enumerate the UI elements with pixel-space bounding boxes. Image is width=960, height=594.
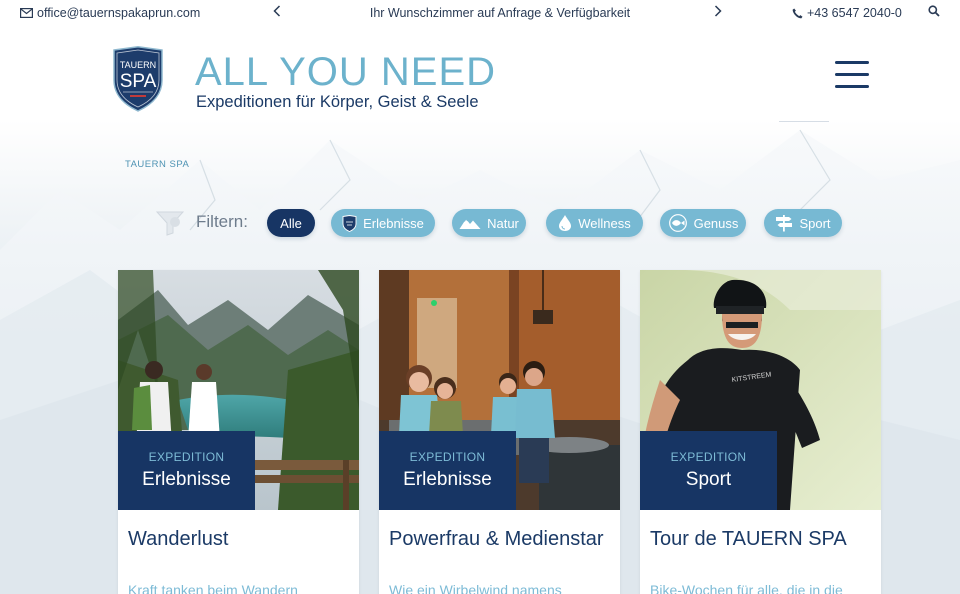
fish-icon [668,214,687,232]
signpost-icon [776,215,793,232]
chip-label: Alle [280,215,302,231]
filter-chip-natur[interactable]: Natur [452,209,526,237]
chip-label: Wellness [578,215,631,231]
card-title[interactable]: Powerfrau & Medienstar [389,527,614,551]
filter-label: Filtern: [196,212,248,231]
filter-chip-sport[interactable]: Sport [764,209,842,237]
filter-chip-wellness[interactable]: Wellness [546,209,643,237]
menu-icon[interactable] [835,61,869,89]
chip-label: Erlebnisse [363,215,424,231]
logo-text-tauern: TAUERN [120,60,156,70]
card-excerpt: Wie ein Wirbelwind namens [389,582,562,594]
tag-kicker: EXPEDITION [148,450,225,464]
mountain-icon [459,218,481,229]
chip-label: Sport [799,215,831,231]
card-excerpt: Bike-Wochen für alle, die in die [650,582,843,594]
chevron-right-icon[interactable] [714,4,722,20]
phone-link[interactable]: +43 6547 2040-0 [792,6,902,20]
expedition-card-wanderlust[interactable]: EXPEDITION Erlebnisse Wanderlust Kraft t… [118,270,359,594]
tag-category: Erlebnisse [403,469,492,490]
tag-category: Erlebnisse [142,469,231,490]
envelope-icon [20,8,33,18]
page-title: ALL YOU NEED [195,50,497,94]
logo-text-spa: SPA [120,71,157,92]
site-header: TAUERN SPA ALL YOU NEED Expeditionen für… [0,28,960,122]
filter-chip-genuss[interactable]: Genuss [660,209,746,237]
tag-category: Sport [685,469,732,490]
filter-chip-erlebnisse[interactable]: Erlebnisse [331,209,435,237]
expedition-tag: EXPEDITION Erlebnisse [118,431,255,510]
breadcrumb[interactable]: TAUERN SPA [125,159,189,170]
filter-chip-alle[interactable]: Alle [267,209,315,237]
search-icon[interactable] [928,5,940,20]
phone-icon [792,8,803,18]
phone-text: +43 6547 2040-0 [807,6,902,20]
promo-text[interactable]: Ihr Wunschzimmer auf Anfrage & Verfügbar… [360,6,640,20]
email-link[interactable]: office@tauernspakaprun.com [20,6,200,20]
tauern-spa-logo[interactable]: TAUERN SPA [111,46,165,112]
drop-icon [559,215,572,231]
top-bar: office@tauernspakaprun.com Ihr Wunschzim… [0,0,960,28]
tag-kicker: EXPEDITION [670,450,747,464]
funnel-icon [156,211,184,236]
shield-icon [342,214,357,232]
email-text: office@tauernspakaprun.com [37,6,201,20]
expedition-tag: EXPEDITION Erlebnisse [379,431,516,510]
chevron-left-icon[interactable] [273,4,281,20]
header-divider [779,121,829,122]
expedition-tag: EXPEDITION Sport [640,431,777,510]
card-title[interactable]: Wanderlust [128,527,353,551]
expedition-card-tour[interactable]: KITSTREEM EXPEDITION Sport Tour de TAUER… [640,270,881,594]
chip-label: Natur [487,215,519,231]
card-excerpt: Kraft tanken beim Wandern [128,582,298,594]
page-subtitle: Expeditionen für Körper, Geist & Seele [196,93,479,111]
chip-label: Genuss [693,215,739,231]
tag-kicker: EXPEDITION [409,450,486,464]
expedition-card-powerfrau[interactable]: EXPEDITION Erlebnisse Powerfrau & Medien… [379,270,620,594]
card-title[interactable]: Tour de TAUERN SPA [650,527,875,551]
